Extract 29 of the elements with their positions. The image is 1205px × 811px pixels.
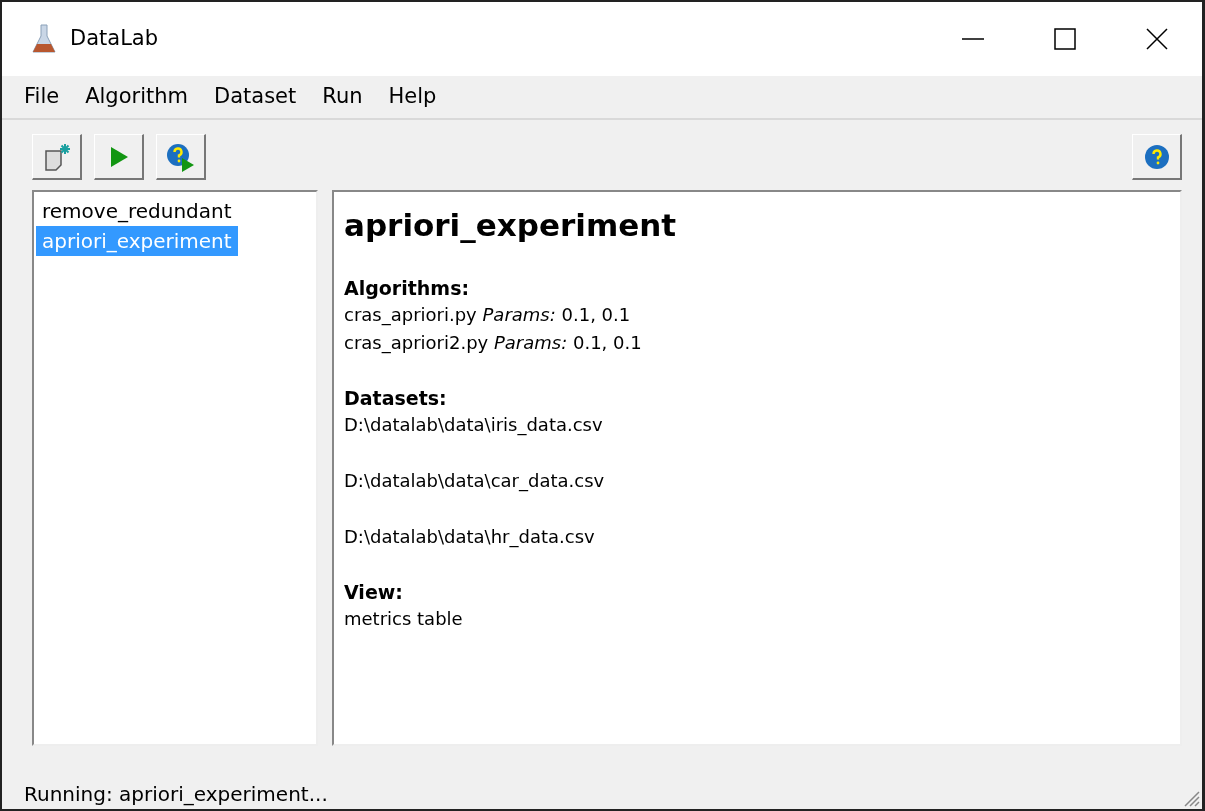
menu-item[interactable]: Help	[388, 81, 437, 113]
status-text: Running: apriori_experiment...	[24, 781, 328, 808]
new-document-icon	[42, 142, 71, 171]
new-button[interactable]	[32, 134, 82, 180]
detail-line: cras_apriori.py Params: 0.1, 0.1	[344, 302, 632, 328]
close-icon[interactable]	[1146, 28, 1168, 50]
run-button[interactable]	[94, 134, 144, 180]
run-help-button[interactable]	[156, 134, 206, 180]
detail-line: D:\datalab\data\hr_data.csv	[344, 524, 596, 550]
list-item[interactable]: remove_redundant	[36, 196, 238, 226]
detail-line: metrics table	[344, 606, 464, 631]
menu-item[interactable]: File	[24, 81, 60, 113]
play-icon	[108, 145, 129, 168]
help-play-icon	[165, 141, 196, 172]
section-heading: Algorithms:	[344, 275, 471, 301]
flask-icon	[32, 23, 56, 55]
menu-item[interactable]: Algorithm	[85, 81, 188, 113]
help-button[interactable]	[1132, 134, 1182, 180]
detail-line: D:\datalab\data\iris_data.csv	[344, 412, 604, 438]
maximize-icon[interactable]	[1054, 28, 1076, 50]
detail-line: cras_apriori2.py Params: 0.1, 0.1	[344, 330, 643, 356]
menu-item[interactable]: Run	[322, 81, 363, 113]
help-icon	[1143, 143, 1170, 170]
section-heading: Datasets:	[344, 385, 448, 411]
detail-line: D:\datalab\data\car_data.csv	[344, 468, 606, 494]
detail-title: apriori_experiment	[344, 206, 678, 245]
menu-item[interactable]: Dataset	[214, 81, 297, 113]
section-heading: View:	[344, 579, 404, 605]
window-title: DataLab	[70, 25, 159, 53]
